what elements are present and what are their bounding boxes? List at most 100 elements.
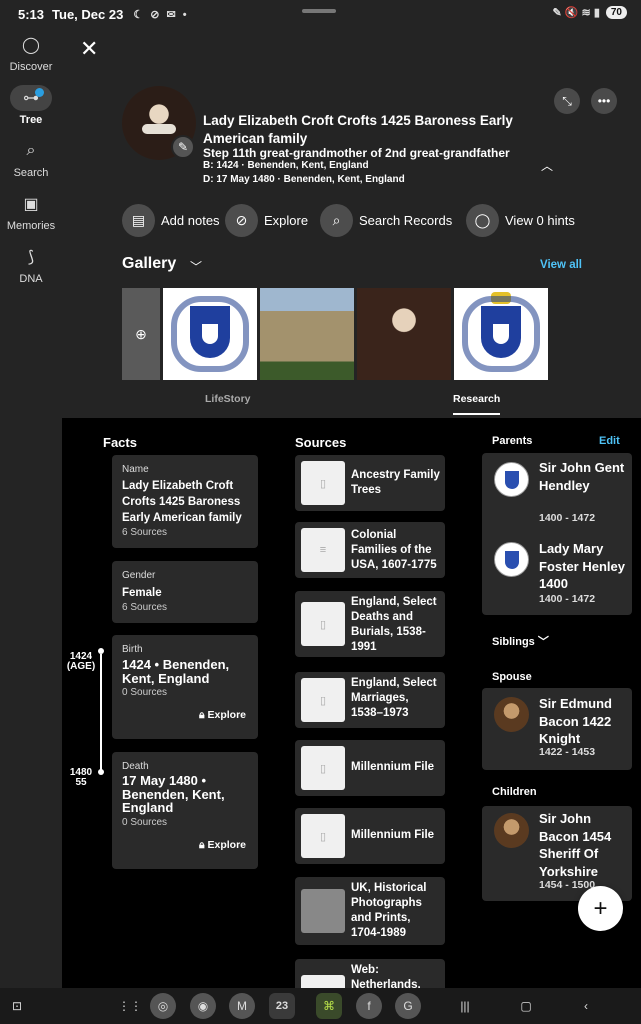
document-icon: ▯: [301, 975, 345, 988]
fact-card-birth[interactable]: Birth 1424 • Benenden, Kent, England 0 S…: [112, 635, 258, 739]
source-card[interactable]: ▯ England, Select Deaths and Burials, 15…: [295, 591, 445, 657]
nav-tree[interactable]: ⊶ Tree: [0, 85, 62, 138]
parents-title: Parents: [492, 435, 533, 447]
spouse-card[interactable]: Sir Edmund Bacon 1422 Knight 1422 - 1453: [482, 688, 632, 770]
explore-birth-button[interactable]: 🔒︎ Explore: [199, 709, 246, 722]
app-drawer-icon[interactable]: ⋮⋮: [117, 993, 143, 1019]
nav-search[interactable]: ⌕ Search: [0, 138, 62, 191]
explore-button[interactable]: ⊘ Explore: [225, 204, 308, 237]
tab-research[interactable]: Research: [453, 393, 500, 405]
shield-shape: [190, 306, 230, 358]
explore-death-button[interactable]: 🔒︎ Explore: [199, 839, 246, 852]
facts-title: Facts: [103, 435, 137, 450]
add-fab-button[interactable]: +: [578, 886, 623, 931]
google-icon[interactable]: G: [395, 993, 421, 1019]
shield-shape: [481, 306, 521, 358]
spouse-title: Spouse: [492, 671, 532, 683]
drag-handle[interactable]: [302, 9, 336, 13]
spouse-dates: 1422 - 1453: [539, 746, 596, 758]
battery-icon: 70: [605, 6, 627, 19]
dna-icon: ⟆: [27, 249, 35, 266]
search-records-label: Search Records: [359, 213, 453, 228]
gallery-photo-coat-of-arms[interactable]: [163, 288, 257, 380]
parent-avatar[interactable]: [494, 542, 529, 577]
fact-label: Death: [122, 761, 149, 772]
fact-value: 17 May 1480 • Benenden, Kent, England: [122, 773, 225, 815]
relationship-text: Step 11th great-grandmother of 2nd great…: [203, 146, 510, 160]
screen-icon[interactable]: ⊡: [4, 993, 30, 1019]
view-hints-label: View 0 hints: [505, 213, 575, 228]
fact-card-death[interactable]: Death 17 May 1480 • Benenden, Kent, Engl…: [112, 752, 258, 869]
status-system-icons: ✎ 🔇 ≋ ▮: [552, 7, 600, 19]
add-photo-icon[interactable]: ⊕: [122, 288, 160, 380]
gmail-icon[interactable]: M: [229, 993, 255, 1019]
back-icon[interactable]: ‹: [573, 993, 599, 1019]
nav-label: Tree: [19, 114, 43, 126]
parent-name[interactable]: Lady Mary Foster Henley 1400: [539, 540, 629, 593]
gallery-strip: ⊕: [122, 288, 548, 380]
status-date: Tue, Dec 23: [52, 6, 124, 22]
view-hints-button[interactable]: ◯ View 0 hints: [466, 204, 575, 237]
ancestry-leaf-icon[interactable]: ⌘: [316, 993, 342, 1019]
calendar-icon[interactable]: 23: [269, 993, 295, 1019]
parent-avatar[interactable]: [494, 462, 529, 497]
gallery-title[interactable]: Gallery: [122, 255, 176, 273]
child-card[interactable]: Sir John Bacon 1454 Sheriff Of Yorkshire…: [482, 806, 632, 901]
source-card[interactable]: ▯ Millennium File: [295, 808, 445, 864]
add-notes-button[interactable]: ▤ Add notes: [122, 204, 220, 237]
nav-dna[interactable]: ⟆ DNA: [0, 244, 62, 297]
document-icon: ▯: [301, 814, 345, 858]
source-card[interactable]: ▯ Millennium File: [295, 740, 445, 796]
camera-icon[interactable]: ◉: [190, 993, 216, 1019]
view-all-link[interactable]: View all: [540, 259, 582, 271]
recent-apps-icon[interactable]: |||: [452, 993, 478, 1019]
fact-sources: 0 Sources: [122, 687, 168, 698]
tab-lifestory[interactable]: LifeStory: [205, 393, 251, 405]
source-title: Millennium File: [351, 829, 435, 841]
gallery-photo-portrait[interactable]: [357, 288, 451, 380]
source-card[interactable]: ▯ Ancestry Family Trees: [295, 455, 445, 511]
explore-label: Explore: [207, 709, 246, 721]
status-time: 5:13: [18, 6, 45, 22]
chat-bubble-icon: ◯: [22, 37, 40, 54]
source-title: Ancestry Family Trees: [351, 469, 440, 496]
source-title: Web: Netherlands,: [351, 964, 421, 988]
fact-card-gender[interactable]: Gender Female 6 Sources: [112, 561, 258, 623]
gallery-photo-castle[interactable]: [260, 288, 354, 380]
source-card[interactable]: ≡ Colonial Families of the USA, 1607-177…: [295, 522, 445, 578]
nav-label: DNA: [19, 273, 43, 285]
fact-value: Lady Elizabeth Croft Crofts 1425 Barones…: [122, 480, 242, 524]
fact-value: Female: [122, 587, 162, 599]
status-notification-icons: ☾ ⊘ ✉ •: [133, 8, 189, 21]
collapse-icon[interactable]: ⤡: [554, 88, 580, 114]
source-card[interactable]: ▯ England, Select Marriages, 1538–1973: [295, 672, 445, 728]
parent-dates: 1400 - 1472: [539, 593, 596, 605]
pencil-icon[interactable]: ✎: [171, 135, 195, 159]
child-avatar: [494, 813, 529, 848]
fact-card-name[interactable]: Name Lady Elizabeth Croft Crofts 1425 Ba…: [112, 455, 258, 548]
chrome-icon[interactable]: ◎: [150, 993, 176, 1019]
fact-sources: 0 Sources: [122, 817, 168, 828]
source-card[interactable]: UK, Historical Photographs and Prints, 1…: [295, 877, 445, 945]
home-icon[interactable]: ▢: [513, 993, 539, 1019]
person-name: Lady Elizabeth Croft Crofts 1425 Barones…: [203, 113, 513, 146]
research-panel: Facts Name Lady Elizabeth Croft Crofts 1…: [62, 418, 641, 988]
source-title: England, Select Marriages, 1538–1973: [351, 677, 437, 719]
siblings-toggle[interactable]: Siblings ﹀: [492, 633, 549, 649]
edit-family-link[interactable]: Edit: [599, 435, 620, 447]
chevron-up-icon[interactable]: ︿: [541, 157, 553, 174]
birth-summary: B: 1424 · Benenden, Kent, England: [203, 160, 369, 171]
nav-discover[interactable]: ◯ Discover: [0, 32, 62, 85]
source-card[interactable]: ▯ Web: Netherlands,: [295, 959, 445, 988]
gallery-photo-coat-of-arms-2[interactable]: [454, 288, 548, 380]
nav-memories[interactable]: ▣ Memories: [0, 191, 62, 244]
facebook-icon[interactable]: f: [356, 993, 382, 1019]
parent-name[interactable]: Sir John Gent Hendley: [539, 459, 629, 494]
death-summary: D: 17 May 1480 · Benenden, Kent, England: [203, 174, 405, 185]
timeline-birth-age: (AGE): [66, 661, 96, 672]
search-records-button[interactable]: ⌕ Search Records: [320, 204, 452, 237]
chevron-down-icon[interactable]: ﹀: [190, 258, 202, 275]
timeline-dot: [98, 648, 104, 654]
close-icon[interactable]: ✕: [80, 36, 98, 62]
more-options-icon[interactable]: •••: [591, 88, 617, 114]
